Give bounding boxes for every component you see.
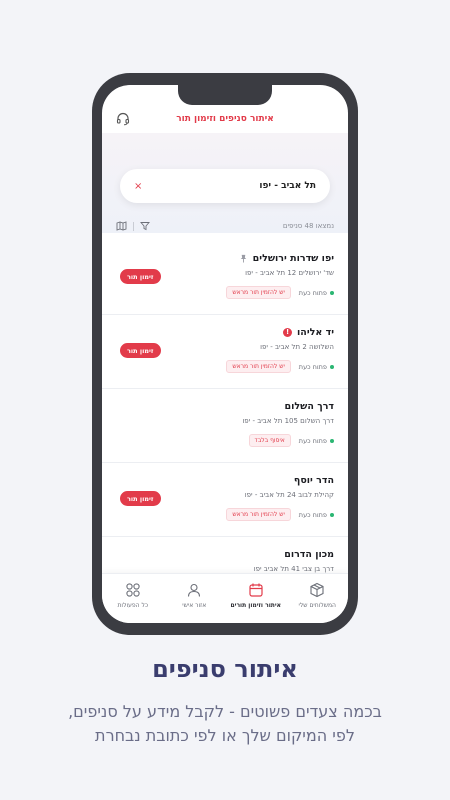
branch-name-row: יפו שדרות ירושלים xyxy=(116,253,334,264)
phone-screen: איתור סניפים וזימון תור תל אביב - יפו × … xyxy=(102,85,348,623)
book-appointment-button[interactable]: זימון תור xyxy=(120,491,161,506)
open-dot-icon xyxy=(330,364,334,369)
branch-meta: פתוח כעת יש להזמין תור מראש xyxy=(116,508,334,521)
tab-label: איתור וזימון תורים xyxy=(230,602,282,609)
calendar-icon xyxy=(249,583,263,597)
search-input[interactable]: תל אביב - יפו × xyxy=(120,169,330,203)
branch-card[interactable]: יפו שדרות ירושלים שד' ירושלים 12 תל אביב… xyxy=(102,241,348,315)
filter-icon[interactable] xyxy=(140,221,150,231)
branch-name-row: יד אליהו ! xyxy=(116,327,334,338)
open-dot-icon xyxy=(330,512,334,517)
open-status: פתוח כעת xyxy=(299,437,334,445)
tab-branch-locator[interactable]: איתור וזימון תורים xyxy=(226,582,286,609)
phone-frame: איתור סניפים וזימון תור תל אביב - יפו × … xyxy=(92,73,358,635)
branch-name: יד אליהו xyxy=(297,327,334,338)
branch-card[interactable]: הדר יוסף קהילת לבוב 24 תל אביב - יפו פתו… xyxy=(102,463,348,537)
search-value[interactable]: תל אביב - יפו xyxy=(259,181,316,191)
branch-name: דרך השלום xyxy=(284,401,334,412)
tab-label: אזור אישי xyxy=(182,602,207,609)
branch-card[interactable]: דרך השלום דרך השלום 105 תל אביב - יפו פת… xyxy=(102,389,348,463)
status-text: פתוח כעת xyxy=(298,510,327,519)
page-title: איתור סניפים וזימון תור xyxy=(176,114,274,124)
status-text: פתוח כעת xyxy=(298,436,327,445)
top-bar: איתור סניפים וזימון תור xyxy=(102,105,348,133)
pin-icon xyxy=(240,254,246,263)
tools-divider xyxy=(133,221,134,231)
tab-all-actions[interactable]: כל הפעולות xyxy=(103,582,163,609)
branch-list: יפו שדרות ירושלים שד' ירושלים 12 תל אביב… xyxy=(102,241,348,611)
bottom-tab-bar: המשלוחים שלי איתור וזימון תורים אזור איש… xyxy=(102,573,348,623)
branch-address: דרך בן צבי 41 תל אביב יפו xyxy=(253,565,334,573)
open-status: פתוח כעת xyxy=(299,511,334,519)
results-count: נמצאו 48 סניפים xyxy=(282,222,334,230)
branch-card[interactable]: יד אליהו ! השלושה 2 תל אביב - יפו פתוח כ… xyxy=(102,315,348,389)
open-status: פתוח כעת xyxy=(299,289,334,297)
branch-name-row: דרך השלום xyxy=(116,401,334,412)
branch-meta: פתוח כעת איסוף בלבד xyxy=(116,434,334,447)
tab-label: המשלוחים שלי xyxy=(298,602,336,609)
pickup-only-tag: איסוף בלבד xyxy=(248,434,291,447)
status-text: פתוח כעת xyxy=(298,288,327,297)
tab-my-shipments[interactable]: המשלוחים שלי xyxy=(287,582,347,609)
appointment-tag: יש להזמין תור מראש xyxy=(226,508,291,521)
promo-line-1: בכמה צעדים פשוטים - לקבל מידע על סניפים, xyxy=(68,702,382,721)
branch-name: מכון הדרום xyxy=(284,549,334,560)
map-icon[interactable] xyxy=(116,221,127,231)
book-appointment-button[interactable]: זימון תור xyxy=(120,343,161,358)
grid-icon xyxy=(126,583,140,597)
book-appointment-button[interactable]: זימון תור xyxy=(120,269,161,284)
headset-icon[interactable] xyxy=(116,112,130,126)
promo-description: בכמה צעדים פשוטים - לקבל מידע על סניפים,… xyxy=(0,700,450,748)
branch-meta: פתוח כעת יש להזמין תור מראש xyxy=(116,360,334,373)
branch-name-row: הדר יוסף xyxy=(116,475,334,486)
open-status: פתוח כעת xyxy=(299,363,334,371)
branch-name-row: מכון הדרום xyxy=(116,549,334,560)
branch-name: הדר יוסף xyxy=(293,475,334,486)
user-icon xyxy=(188,583,201,597)
filter-bar: נמצאו 48 סניפים xyxy=(116,218,334,234)
clear-icon[interactable]: × xyxy=(134,181,142,192)
phone-notch xyxy=(178,85,272,105)
view-tools xyxy=(116,221,150,231)
open-dot-icon xyxy=(330,438,334,443)
branch-address: דרך השלום 105 תל אביב - יפו xyxy=(242,417,334,425)
package-icon xyxy=(310,582,324,598)
appointment-tag: יש להזמין תור מראש xyxy=(226,360,291,373)
alert-icon[interactable]: ! xyxy=(283,328,293,337)
tab-label: כל הפעולות xyxy=(117,602,149,609)
branch-meta: פתוח כעת יש להזמין תור מראש xyxy=(116,286,334,299)
branch-name: יפו שדרות ירושלים xyxy=(252,253,334,264)
status-text: פתוח כעת xyxy=(298,362,327,371)
tab-personal-area[interactable]: אזור אישי xyxy=(164,582,224,609)
promo-headline: איתור סניפים xyxy=(152,655,298,683)
open-dot-icon xyxy=(330,290,334,295)
promo-line-2: לפי המיקום שלך או לפי כתובת נבחרת xyxy=(95,726,355,745)
appointment-tag: יש להזמין תור מראש xyxy=(226,286,291,299)
